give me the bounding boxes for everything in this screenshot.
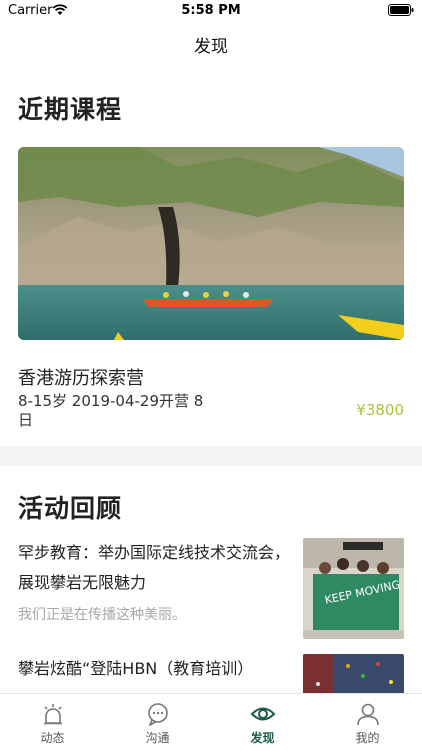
page-title: 发现 (194, 37, 228, 57)
tab-mine[interactable]: 我的 (315, 694, 420, 751)
tab-label: 沟通 (145, 731, 170, 745)
course-image[interactable] (18, 147, 404, 340)
alarm-light-icon (44, 704, 62, 725)
tab-label: 动态 (40, 731, 65, 745)
status-bar: Carrier 5:58 PM (0, 0, 422, 22)
group-photo: KEEP MOVING (303, 538, 404, 639)
course-name[interactable]: 香港游历探索营 (18, 364, 144, 390)
section-divider (0, 446, 422, 466)
course-meta: 8-15岁 2019-04-29开营 8日 (18, 392, 204, 429)
tab-dynamics[interactable]: 动态 (0, 694, 105, 751)
tab-label: 我的 (355, 731, 380, 745)
review-item[interactable]: 罕步教育：举办国际定线技术交流会，展现攀岩无限魅力 我们正是在传播这种美丽。 K… (18, 538, 404, 639)
tab-discover[interactable]: 发现 (210, 694, 315, 751)
climbing-wall-photo (303, 654, 404, 694)
eye-icon (250, 707, 276, 721)
status-time: 5:58 PM (181, 3, 241, 18)
section-title-reviews: 活动回顾 (18, 494, 123, 523)
review-title: 罕步教育：举办国际定线技术交流会，展现攀岩无限魅力 (18, 543, 291, 592)
course-card[interactable] (18, 147, 404, 340)
section-title-courses: 近期课程 (18, 95, 123, 124)
chat-bubble-icon (148, 703, 168, 726)
tab-label: 发现 (250, 731, 275, 745)
review-thumbnail[interactable] (303, 654, 404, 694)
battery-icon (388, 4, 414, 16)
review-thumbnail[interactable]: KEEP MOVING (303, 538, 404, 639)
review-item[interactable]: 攀岩炫酷“登陆HBN（教育培训） (18, 654, 404, 694)
tab-bar: 动态 沟通 发现 我的 (0, 693, 422, 751)
review-title: 攀岩炫酷“登陆HBN（教育培训） (18, 659, 254, 678)
tab-communication[interactable]: 沟通 (105, 694, 210, 751)
kayak-photo (18, 147, 404, 340)
course-price: ¥3800 (356, 401, 404, 419)
user-icon (357, 703, 379, 726)
